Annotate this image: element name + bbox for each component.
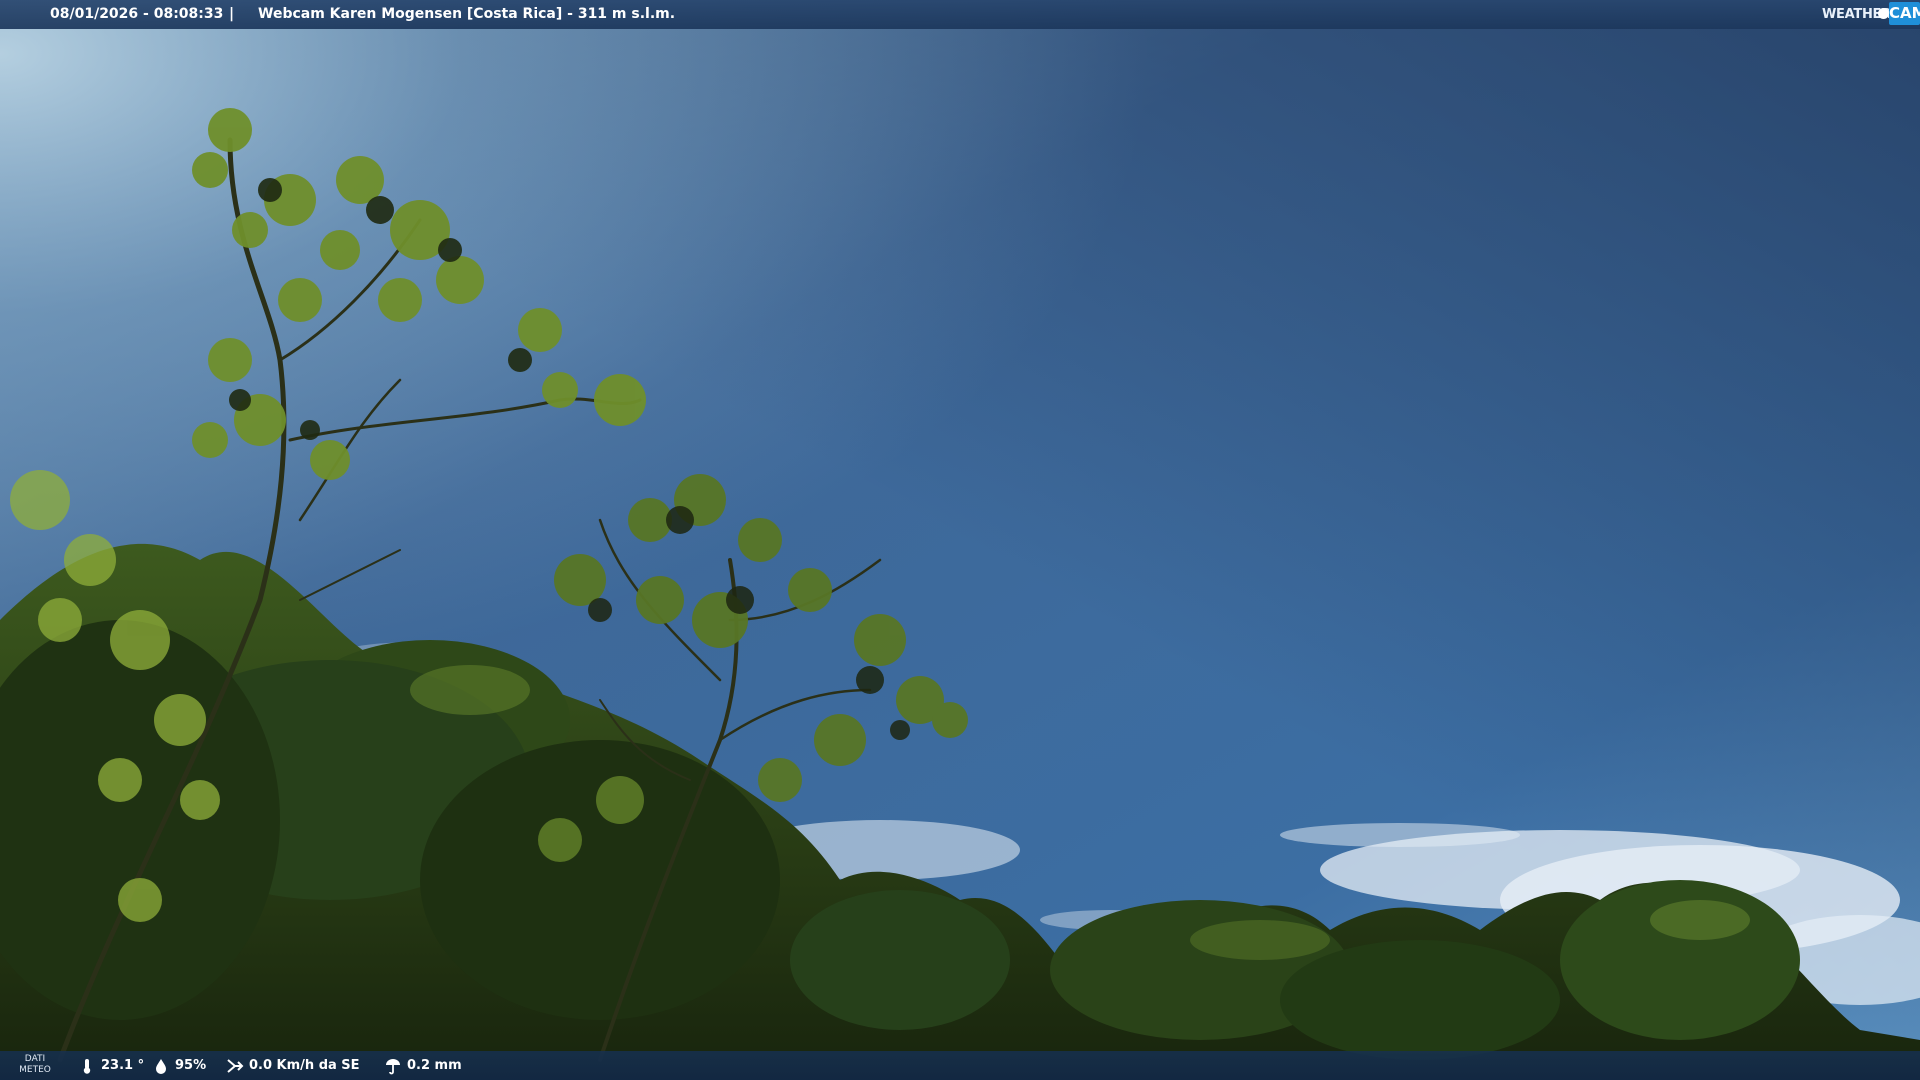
header-separator: | [229, 6, 235, 22]
meteo-tag: DATI METEO [19, 1054, 51, 1075]
rain-value: 0.2 mm [407, 1058, 462, 1073]
logo-dot-icon [1878, 8, 1889, 19]
wind-reading: 0.0 Km/h da SE [226, 1051, 360, 1080]
rain-gauge-icon [386, 1058, 400, 1074]
weather-data-bar: DATI METEO 23.1 ° 95% 0.0 Km/h da SE 0.2… [0, 1051, 1920, 1080]
humidity-value: 95% [175, 1058, 207, 1073]
rain-reading: 0.2 mm [384, 1051, 462, 1080]
humidity-reading: 95% [152, 1051, 206, 1080]
temperature-value: 23.1 ° [101, 1058, 145, 1073]
humidity-drop-icon [156, 1058, 166, 1074]
timestamp: 08/01/2026 - 08:08:33 [50, 6, 224, 22]
webcam-scene [0, 0, 1920, 1080]
weathercam-logo: WEATHER CAM [1812, 0, 1920, 29]
thermometer-icon [83, 1058, 91, 1074]
wind-icon [227, 1058, 244, 1073]
logo-cam-text: CAM [1889, 2, 1920, 25]
top-banner: 08/01/2026 - 08:08:33 | Webcam Karen Mog… [0, 0, 1920, 29]
temperature-reading: 23.1 ° [78, 1051, 144, 1080]
wind-value: 0.0 Km/h da SE [249, 1058, 360, 1073]
webcam-title: Webcam Karen Mogensen [Costa Rica] - 311… [258, 6, 676, 22]
